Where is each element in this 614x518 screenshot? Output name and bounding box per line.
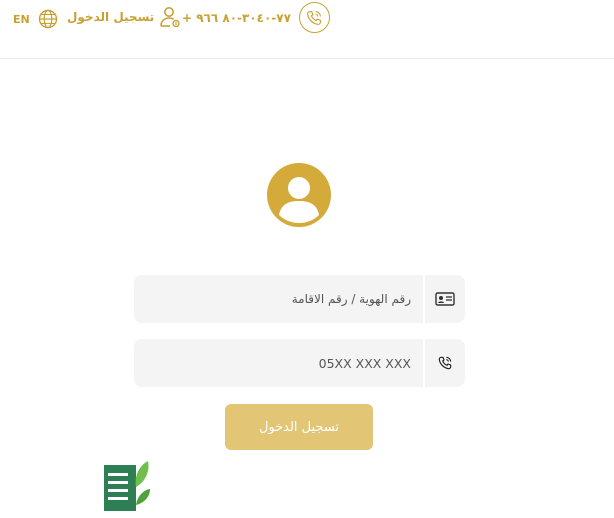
id-number-field bbox=[134, 275, 465, 323]
phone-number[interactable]: + ٩٦٦ ٨٠-٣٠٤٠-٧٧ bbox=[182, 11, 291, 25]
phone-field-icon-cell bbox=[423, 339, 465, 387]
top-bar: EN تسجيل الدخول + ٩٦٦ ٨٠-٣٠٤٠-٧٧ bbox=[0, 0, 614, 59]
globe-icon[interactable] bbox=[38, 9, 58, 29]
phone-field bbox=[134, 339, 465, 387]
phone-input[interactable] bbox=[134, 339, 423, 387]
svg-text:ةركف: ةركف bbox=[0, 466, 2, 515]
login-submit-button[interactable]: تسجيل الدخول bbox=[225, 404, 373, 450]
fikra-logo: ةركف bbox=[0, 461, 150, 515]
phone-icon bbox=[307, 10, 322, 25]
id-card-icon bbox=[435, 292, 455, 306]
user-icon[interactable] bbox=[158, 5, 182, 29]
language-label[interactable]: EN bbox=[13, 13, 30, 26]
id-number-input[interactable] bbox=[134, 275, 423, 323]
contact-phone: + ٩٦٦ ٨٠-٣٠٤٠-٧٧ bbox=[182, 0, 330, 35]
user-avatar-icon bbox=[267, 163, 331, 227]
login-link-label[interactable]: تسجيل الدخول bbox=[67, 10, 154, 24]
id-field-icon-cell bbox=[423, 275, 465, 323]
language-switcher[interactable]: EN bbox=[13, 9, 58, 29]
book-leaf-icon bbox=[104, 461, 150, 511]
phone-icon-circle bbox=[298, 2, 330, 33]
login-link[interactable]: تسجيل الدخول bbox=[67, 5, 182, 29]
phone-icon bbox=[438, 356, 452, 370]
